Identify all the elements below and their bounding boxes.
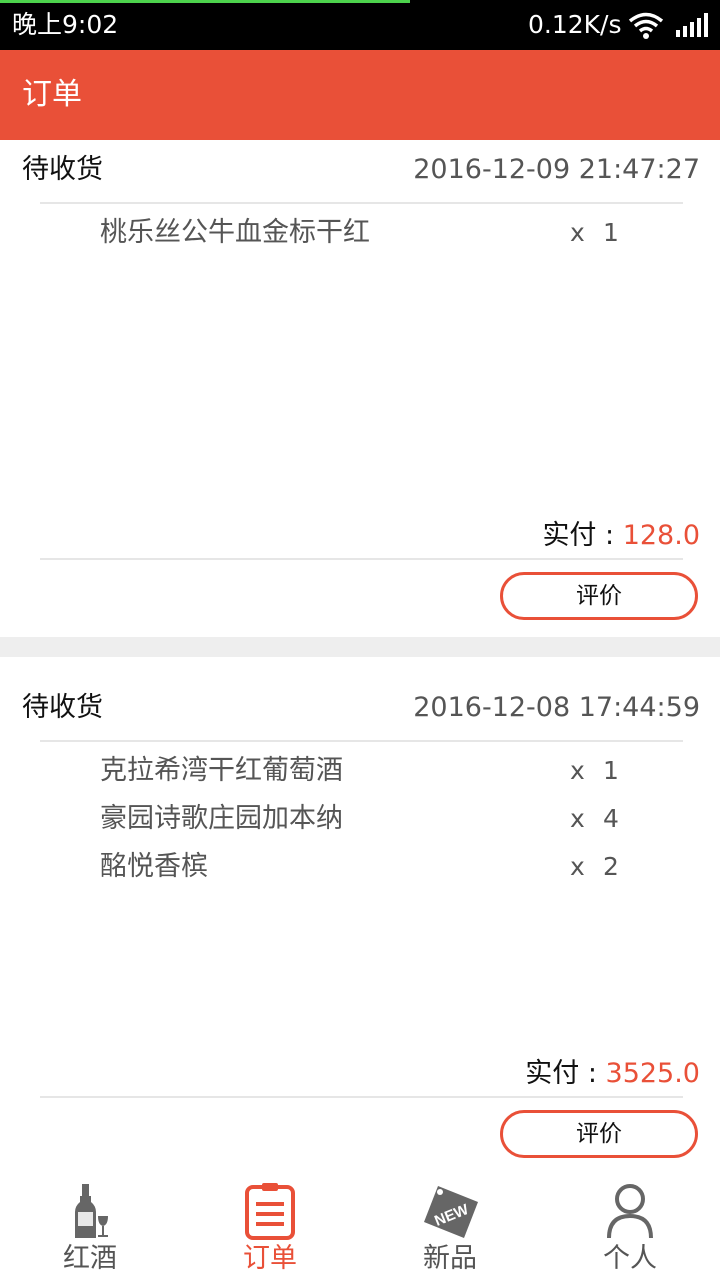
bottom-tab-bar: 红酒 订单 NEW 新品 个人 [0, 1176, 720, 1280]
tab-profile[interactable]: 个人 [540, 1176, 720, 1280]
paid-amount: 实付 : 3525.0 [525, 1056, 700, 1096]
order-status: 待收货 [22, 692, 103, 723]
order-clipboard-icon [245, 1183, 295, 1240]
item-quantity: 1 [603, 218, 619, 247]
item-name: 酩悦香槟 [100, 851, 208, 882]
item-name: 克拉希湾干红葡萄酒 [100, 755, 343, 786]
item-multiplier: x [570, 756, 585, 785]
order-card: 待收货 2016-12-09 21:47:27 桃乐丝公牛血金标干红 x 1 实… [0, 140, 720, 637]
wine-bottle-icon [75, 1184, 108, 1238]
divider [40, 1096, 683, 1098]
order-item[interactable]: 克拉希湾干红葡萄酒 x 1 [0, 748, 720, 796]
paid-value: 128.0 [622, 520, 700, 551]
item-quantity: 4 [603, 804, 619, 833]
tab-label: 个人 [603, 1243, 657, 1274]
new-tag-icon: NEW [424, 1186, 478, 1238]
page-load-progress [0, 0, 410, 3]
divider [40, 558, 683, 560]
status-time: 晚上9:02 [12, 10, 119, 39]
item-multiplier: x [570, 218, 585, 247]
paid-amount: 实付 : 128.0 [542, 518, 700, 558]
review-button[interactable]: 评价 [500, 572, 698, 620]
order-time: 2016-12-08 17:44:59 [413, 692, 700, 723]
item-name: 豪园诗歌庄园加本纳 [100, 803, 343, 834]
review-button[interactable]: 评价 [500, 1110, 698, 1158]
paid-label: 实付 : [525, 1058, 606, 1089]
order-item[interactable]: 酩悦香槟 x 2 [0, 844, 720, 892]
tab-label: 红酒 [63, 1243, 117, 1274]
order-status: 待收货 [22, 154, 103, 185]
item-quantity: 2 [603, 852, 619, 881]
item-name: 桃乐丝公牛血金标干红 [100, 217, 370, 248]
order-header: 待收货 2016-12-09 21:47:27 [0, 140, 720, 200]
order-list[interactable]: 待收货 2016-12-09 21:47:27 桃乐丝公牛血金标干红 x 1 实… [0, 140, 720, 1176]
order-item[interactable]: 桃乐丝公牛血金标干红 x 1 [0, 210, 720, 258]
paid-label: 实付 : [542, 520, 623, 551]
tab-wine[interactable]: 红酒 [0, 1176, 180, 1280]
order-header: 待收货 2016-12-08 17:44:59 [0, 678, 720, 738]
tab-new-products[interactable]: NEW 新品 [360, 1176, 540, 1280]
wifi-icon [628, 12, 664, 39]
order-separator [0, 637, 720, 657]
tab-label: 新品 [423, 1243, 477, 1274]
divider [40, 740, 683, 742]
order-time: 2016-12-09 21:47:27 [413, 154, 700, 185]
item-multiplier: x [570, 804, 585, 833]
item-quantity: 1 [603, 756, 619, 785]
item-multiplier: x [570, 852, 585, 881]
status-bar: 晚上9:02 0.12K/s [0, 0, 720, 50]
order-card: 待收货 2016-12-08 17:44:59 克拉希湾干红葡萄酒 x 1 豪园… [0, 678, 720, 1176]
person-icon [607, 1184, 653, 1239]
page-title: 订单 [22, 77, 82, 112]
tab-label: 订单 [243, 1243, 297, 1274]
divider [40, 202, 683, 204]
signal-icon [676, 13, 708, 37]
app-bar: 订单 [0, 50, 720, 140]
network-speed: 0.12K/s [528, 10, 622, 39]
order-item[interactable]: 豪园诗歌庄园加本纳 x 4 [0, 796, 720, 844]
paid-value: 3525.0 [605, 1058, 700, 1089]
tab-orders[interactable]: 订单 [180, 1176, 360, 1280]
